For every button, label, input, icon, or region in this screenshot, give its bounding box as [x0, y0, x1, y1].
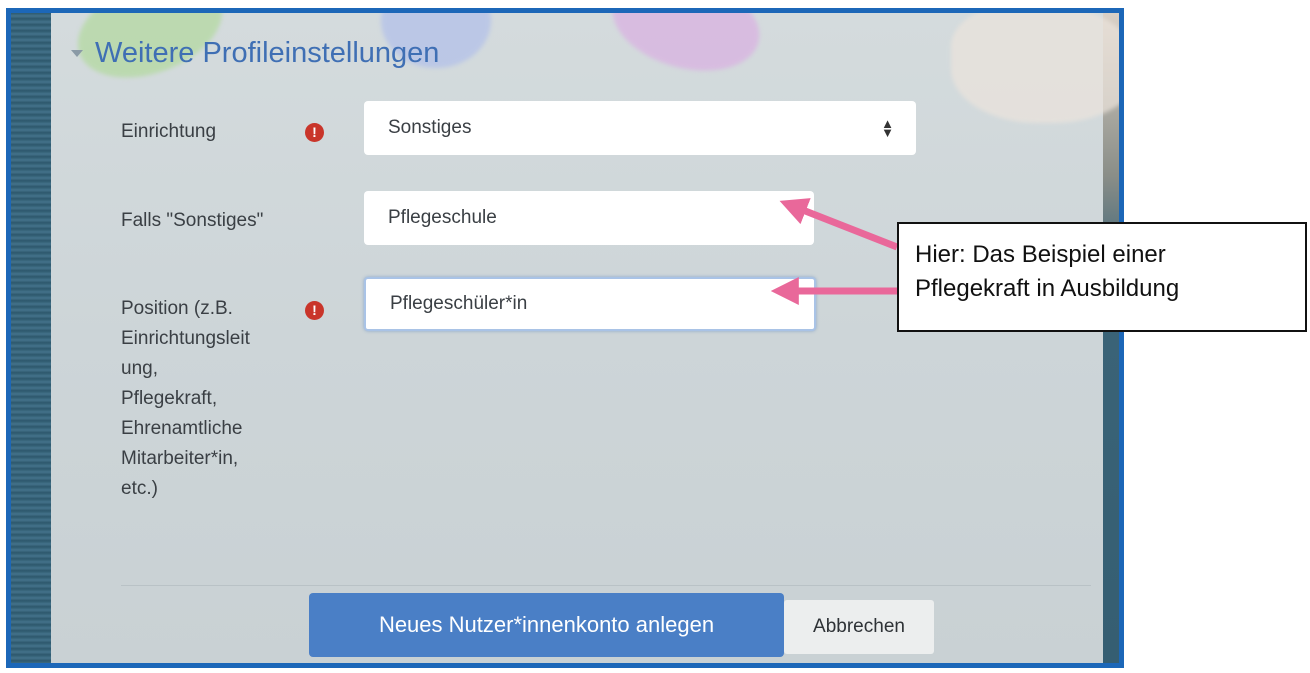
- callout-line: Hier: Das Beispiel einer: [915, 241, 1166, 268]
- einrichtung-label: Einrichtung: [121, 121, 217, 142]
- einrichtung-select-value: Sonstiges: [388, 117, 472, 138]
- decorative-splash: [601, 13, 771, 86]
- section-title[interactable]: Weitere Profileinstellungen: [95, 37, 439, 70]
- exclamation-circle-icon: !: [305, 301, 324, 320]
- position-input[interactable]: Pflegeschüler*in: [364, 277, 816, 331]
- position-label-line: Pflegekraft,: [121, 388, 218, 409]
- annotation-callout: Hier: Das Beispiel einer Pflegekraft in …: [897, 222, 1307, 332]
- falls-sonstiges-input-value: Pflegeschule: [388, 207, 497, 228]
- cancel-button[interactable]: Abbrechen: [784, 600, 934, 654]
- position-label-line: Position (z.B.: [121, 298, 233, 319]
- create-account-button[interactable]: Neues Nutzer*innenkonto anlegen: [309, 593, 784, 657]
- position-label-line: Ehrenamtliche: [121, 418, 243, 439]
- callout-line: Pflegekraft in Ausbildung: [915, 275, 1180, 302]
- position-label: Position (z.B. Einrichtungsleit ung, Pfl…: [121, 294, 250, 504]
- background-left: [11, 13, 51, 663]
- section-header[interactable]: Weitere Profileinstellungen: [71, 37, 439, 70]
- divider: [121, 585, 1091, 586]
- position-label-line: Einrichtungsleit: [121, 328, 250, 349]
- select-arrows-icon: ▲ ▼: [881, 116, 894, 140]
- form-panel: Weitere Profileinstellungen Einrichtung …: [51, 13, 1119, 663]
- einrichtung-select[interactable]: Sonstiges ▲ ▼: [364, 101, 916, 155]
- collapse-triangle-icon[interactable]: [71, 50, 83, 57]
- position-label-line: Mitarbeiter*in,: [121, 448, 239, 469]
- falls-sonstiges-label: Falls "Sonstiges": [121, 210, 264, 231]
- screenshot-frame: Weitere Profileinstellungen Einrichtung …: [6, 8, 1124, 668]
- position-input-value: Pflegeschüler*in: [390, 293, 528, 314]
- exclamation-circle-icon: !: [305, 123, 324, 142]
- position-label-line: ung,: [121, 358, 158, 379]
- falls-sonstiges-input[interactable]: Pflegeschule: [364, 191, 814, 245]
- position-label-line: etc.): [121, 478, 158, 499]
- decorative-splash: [951, 13, 1119, 123]
